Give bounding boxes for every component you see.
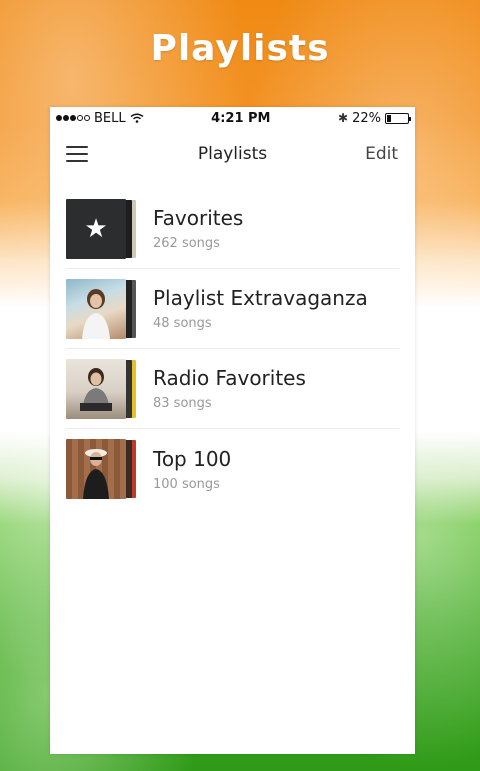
playlist-title: Top 100 [153,446,232,471]
playlist-artwork [66,278,138,339]
playlist-song-count: 48 songs [153,316,212,331]
playlist-item-radio-favorites[interactable]: Radio Favorites 83 songs [66,349,399,429]
signal-strength-icon [56,115,90,121]
carrier-label: BELL [94,110,126,126]
status-left: BELL [56,111,144,126]
playlist-list: ★ Favorites 262 songs Playlist Extravaga… [50,189,415,509]
playlist-item-top-100[interactable]: Top 100 100 songs [66,429,399,509]
playlist-item-extravaganza[interactable]: Playlist Extravaganza 48 songs [66,269,399,349]
phone-screen: BELL 4:21 PM ✱ 22% Playlists Edit ★ Favo… [50,107,415,754]
status-time: 4:21 PM [211,110,271,126]
playlist-song-count: 100 songs [153,476,220,492]
battery-percent: 22% [352,110,381,126]
status-right: ✱ 22% [338,110,411,126]
playlist-cover-photo [66,278,126,339]
wifi-icon [130,113,144,123]
playlist-cover-photo [66,358,126,419]
playlist-artwork: ★ [66,198,138,259]
hamburger-menu-icon[interactable] [66,146,88,162]
battery-icon [384,112,411,124]
playlist-title: Favorites [153,206,244,230]
app-title: Playlists [150,28,330,69]
playlist-cover-photo [66,439,126,499]
star-icon: ★ [66,198,126,259]
bluetooth-icon: ✱ [338,111,349,125]
playlist-item-favorites[interactable]: ★ Favorites 262 songs [66,189,399,269]
edit-button[interactable]: Edit [365,144,398,164]
nav-bar: Playlists Edit [50,129,415,179]
nav-title: Playlists [197,144,268,164]
playlist-title: Radio Favorites [153,366,306,390]
playlist-song-count: 262 songs [153,236,220,251]
playlist-artwork [66,358,138,419]
playlist-artwork [66,439,138,499]
playlist-title: Playlist Extravaganza [153,286,368,310]
battery-fill [386,114,391,122]
status-bar: BELL 4:21 PM ✱ 22% [50,107,415,129]
playlist-song-count: 83 songs [153,396,212,411]
